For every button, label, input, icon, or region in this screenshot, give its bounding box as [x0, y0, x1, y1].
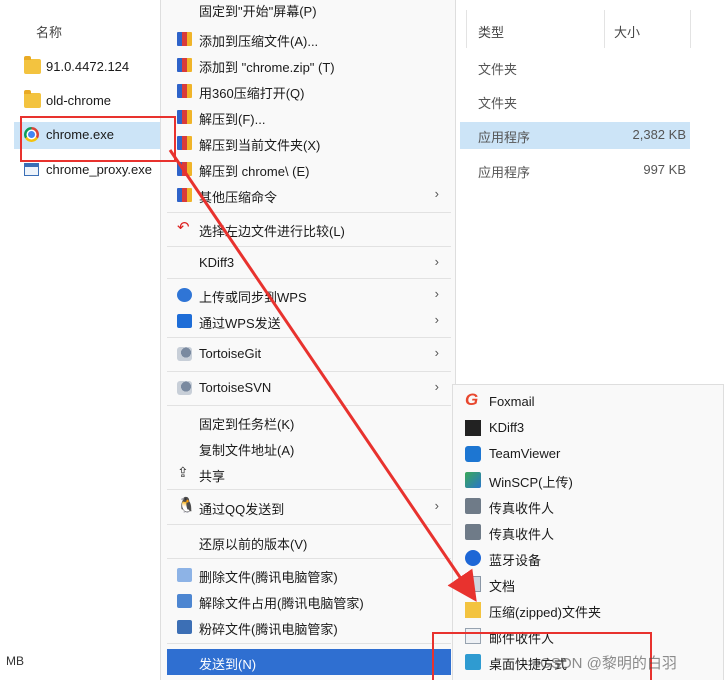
- screen: 名称 类型 大小 91.0.4472.124 文件夹 old-chrome 文件…: [0, 0, 724, 680]
- watermark: CSDN @黎明的白羽: [540, 655, 677, 672]
- annotation-arrow: [168, 149, 477, 602]
